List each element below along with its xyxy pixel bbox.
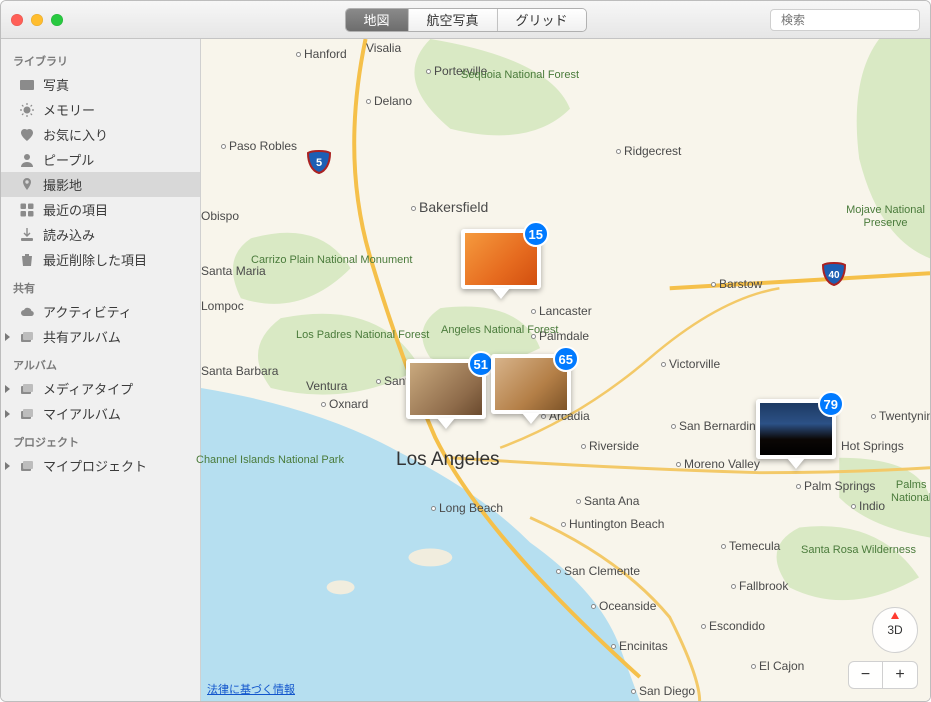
- svg-text:5: 5: [316, 157, 322, 169]
- sidebar-item-memories[interactable]: メモリー: [1, 97, 200, 122]
- memories-icon: [19, 102, 35, 118]
- photo-cluster[interactable]: 51: [406, 359, 486, 419]
- sidebar-item-recents[interactable]: 最近の項目: [1, 197, 200, 222]
- disclosure-triangle-icon[interactable]: [5, 462, 10, 470]
- places-pin-icon: [19, 177, 35, 193]
- sidebar-item-label: メディアタイプ: [43, 379, 133, 398]
- titlebar: 地図 航空写真 グリッド: [1, 1, 930, 39]
- cluster-count-badge: 79: [818, 391, 844, 417]
- zoom-in-button[interactable]: +: [883, 662, 917, 688]
- stack-icon: [19, 406, 35, 422]
- sidebar-item-label: 最近の項目: [43, 200, 108, 219]
- section-library-title: ライブラリ: [1, 45, 200, 72]
- view-map-tab[interactable]: 地図: [345, 9, 408, 31]
- sidebar-item-label: ピープル: [43, 150, 94, 169]
- view-mode-segmented: 地図 航空写真 グリッド: [344, 8, 586, 32]
- section-albums-title: アルバム: [1, 349, 200, 376]
- photos-icon: [19, 77, 35, 93]
- import-icon: [19, 227, 35, 243]
- disclosure-triangle-icon[interactable]: [5, 410, 10, 418]
- close-window-button[interactable]: [11, 14, 23, 26]
- people-icon: [19, 152, 35, 168]
- photo-cluster[interactable]: 15: [461, 229, 541, 289]
- recents-icon: [19, 202, 35, 218]
- sidebar-item-deleted[interactable]: 最近削除した項目: [1, 247, 200, 272]
- sidebar-item-label: マイプロジェクト: [43, 456, 147, 475]
- svg-text:40: 40: [828, 270, 840, 281]
- minimize-window-button[interactable]: [31, 14, 43, 26]
- stack-icon: [19, 381, 35, 397]
- view-satellite-tab[interactable]: 航空写真: [408, 9, 497, 31]
- sidebar-item-imports[interactable]: 読み込み: [1, 222, 200, 247]
- heart-icon: [19, 127, 35, 143]
- map-controls: 3D − +: [848, 607, 918, 689]
- sidebar-item-places[interactable]: 撮影地: [1, 172, 200, 197]
- sidebar-item-my-projects[interactable]: マイプロジェクト: [1, 453, 200, 478]
- sidebar-item-media-types[interactable]: メディアタイプ: [1, 376, 200, 401]
- zoom-control: − +: [848, 661, 918, 689]
- compass-3d-button[interactable]: 3D: [872, 607, 918, 653]
- window-controls: [11, 14, 63, 26]
- sidebar-item-label: 共有アルバム: [43, 327, 121, 346]
- interstate-shield-icon: 5: [306, 149, 332, 175]
- sidebar-item-label: マイアルバム: [43, 404, 121, 423]
- cluster-count-badge: 65: [553, 346, 579, 372]
- disclosure-triangle-icon[interactable]: [5, 385, 10, 393]
- sidebar-item-label: お気に入り: [43, 125, 108, 144]
- sidebar-item-label: 読み込み: [43, 225, 95, 244]
- search-input[interactable]: [781, 13, 931, 27]
- section-projects-title: プロジェクト: [1, 426, 200, 453]
- trash-icon: [19, 252, 35, 268]
- disclosure-triangle-icon[interactable]: [5, 333, 10, 341]
- view-grid-tab[interactable]: グリッド: [498, 9, 586, 31]
- sidebar: ライブラリ 写真 メモリー お気に入り ピープル 撮影地 最近の項目: [1, 39, 201, 701]
- sidebar-item-label: 撮影地: [43, 175, 82, 194]
- sidebar-item-favorites[interactable]: お気に入り: [1, 122, 200, 147]
- legal-link[interactable]: 法律に基づく情報: [207, 681, 295, 697]
- stack-icon: [19, 458, 35, 474]
- places-map[interactable]: Los Angeles Bakersfield Riverside Long B…: [201, 39, 930, 701]
- sidebar-item-people[interactable]: ピープル: [1, 147, 200, 172]
- search-field[interactable]: [770, 9, 920, 31]
- sidebar-item-label: メモリー: [43, 100, 95, 119]
- sidebar-item-label: アクティビティ: [43, 302, 132, 321]
- sidebar-item-label: 写真: [43, 75, 69, 94]
- photos-window: 地図 航空写真 グリッド ライブラリ 写真 メモリー お気に入り ピープル: [0, 0, 931, 702]
- photo-cluster[interactable]: 65: [491, 354, 571, 414]
- stack-icon: [19, 329, 35, 345]
- interstate-shield-icon: 40: [821, 261, 847, 287]
- zoom-out-button[interactable]: −: [849, 662, 883, 688]
- section-shared-title: 共有: [1, 272, 200, 299]
- sidebar-item-label: 最近削除した項目: [43, 250, 147, 269]
- sidebar-item-shared-albums[interactable]: 共有アルバム: [1, 324, 200, 349]
- sidebar-item-photos[interactable]: 写真: [1, 72, 200, 97]
- cloud-icon: [19, 304, 35, 320]
- sidebar-item-activity[interactable]: アクティビティ: [1, 299, 200, 324]
- sidebar-item-my-albums[interactable]: マイアルバム: [1, 401, 200, 426]
- photo-cluster[interactable]: 79: [756, 399, 836, 459]
- cluster-count-badge: 15: [523, 221, 549, 247]
- fullscreen-window-button[interactable]: [51, 14, 63, 26]
